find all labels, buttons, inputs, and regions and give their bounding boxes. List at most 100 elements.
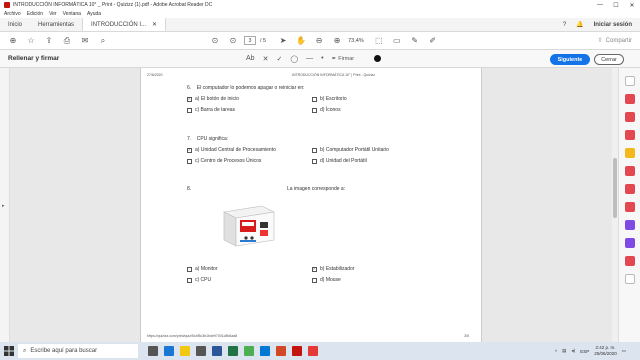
fit-page-icon[interactable]: ⬚ bbox=[372, 34, 386, 48]
sign-pen-icon[interactable]: ✐ bbox=[426, 34, 440, 48]
outlook-icon[interactable] bbox=[260, 346, 270, 356]
checkbox-checked[interactable]: ✓ bbox=[187, 96, 192, 102]
print-icon[interactable]: ⎙ bbox=[60, 34, 74, 48]
menu-ventana[interactable]: Ventana bbox=[63, 11, 81, 17]
menu-ayuda[interactable]: Ayuda bbox=[87, 11, 101, 17]
zoom-out-icon[interactable]: ⊖ bbox=[312, 34, 326, 48]
acrobat-taskbar-icon[interactable] bbox=[292, 346, 302, 356]
menu-edicion[interactable]: Edición bbox=[27, 11, 43, 17]
select-cursor-icon[interactable]: ➤ bbox=[276, 34, 290, 48]
add-text-icon[interactable]: Ab bbox=[246, 55, 255, 62]
scrollbar-thumb[interactable] bbox=[613, 158, 617, 218]
option[interactable]: ✓ a) El botón de inicio bbox=[187, 96, 239, 102]
check-mark-icon[interactable]: ✓ bbox=[276, 55, 282, 63]
line-icon[interactable]: — bbox=[306, 55, 313, 62]
powerpoint-icon[interactable] bbox=[276, 346, 286, 356]
option[interactable]: a) Monitor bbox=[187, 266, 218, 272]
create-pdf-icon[interactable]: ⊕ bbox=[6, 34, 20, 48]
comment-icon[interactable]: ▭ bbox=[390, 34, 404, 48]
checkbox-checked[interactable]: ✓ bbox=[187, 147, 192, 153]
windows-start-icon[interactable] bbox=[0, 342, 18, 360]
option[interactable]: d) Mouse bbox=[312, 277, 341, 283]
option[interactable]: c) CPU bbox=[187, 277, 211, 283]
option[interactable]: ✓ a) Unidad Central de Procesamiento bbox=[187, 147, 276, 153]
option[interactable]: ✓ b) Estabilizador bbox=[312, 266, 354, 272]
clock[interactable]: 2:42 p. m. 25/06/2020 bbox=[594, 345, 617, 357]
store-icon[interactable] bbox=[196, 346, 206, 356]
fill-sign-tool-icon[interactable] bbox=[625, 220, 635, 230]
file-explorer-icon[interactable] bbox=[180, 346, 190, 356]
checkbox[interactable] bbox=[312, 147, 317, 153]
compress-pdf-icon[interactable] bbox=[625, 202, 635, 212]
edit-pdf-icon[interactable] bbox=[625, 130, 635, 140]
tab-herramientas[interactable]: Herramientas bbox=[30, 18, 82, 31]
checkbox[interactable] bbox=[312, 277, 317, 283]
option[interactable]: d) Íconos bbox=[312, 107, 341, 113]
combine-files-icon[interactable] bbox=[625, 166, 635, 176]
page-number-input[interactable]: 3 bbox=[244, 36, 256, 45]
create-pdf-tool-icon[interactable] bbox=[625, 112, 635, 122]
network-icon[interactable]: ▤ bbox=[562, 348, 566, 354]
page-up-icon[interactable]: ⊙ bbox=[208, 34, 222, 48]
upload-icon[interactable]: ⇪ bbox=[42, 34, 56, 48]
menu-archivo[interactable]: Archivo bbox=[4, 11, 21, 17]
volume-icon[interactable]: ◂) bbox=[571, 348, 575, 354]
hand-tool-icon[interactable]: ✋ bbox=[294, 34, 308, 48]
maximize-button[interactable]: ☐ bbox=[608, 0, 624, 10]
email-icon[interactable]: ✉ bbox=[78, 34, 92, 48]
bookmark-icon[interactable]: ☆ bbox=[24, 34, 38, 48]
minimize-button[interactable]: — bbox=[592, 0, 608, 10]
checkbox[interactable] bbox=[312, 96, 317, 102]
checkbox[interactable] bbox=[187, 277, 192, 283]
color-picker-icon[interactable] bbox=[374, 55, 382, 62]
chrome-icon[interactable] bbox=[244, 346, 254, 356]
notification-bell-icon[interactable]: 🔔 bbox=[576, 21, 583, 28]
option[interactable]: c) Barra de tareas bbox=[187, 107, 235, 113]
menu-ver[interactable]: Ver bbox=[49, 11, 57, 17]
language-indicator[interactable]: ESP bbox=[580, 349, 589, 354]
option[interactable]: d) Unidad del Portátil bbox=[312, 158, 367, 164]
notifications-icon[interactable]: ▭ bbox=[622, 348, 626, 354]
protect-icon[interactable] bbox=[625, 256, 635, 266]
search-icon[interactable]: ⌕ bbox=[96, 34, 110, 48]
close-window-button[interactable]: ✕ bbox=[624, 0, 640, 10]
taskbar-search[interactable]: ⌕ Escribe aquí para buscar bbox=[18, 344, 138, 358]
left-panel-toggle[interactable]: ▸ bbox=[0, 68, 10, 342]
word-icon[interactable] bbox=[212, 346, 222, 356]
more-tools-icon[interactable] bbox=[625, 274, 635, 284]
checkbox[interactable] bbox=[312, 107, 317, 113]
highlight-icon[interactable]: ✎ bbox=[408, 34, 422, 48]
next-button[interactable]: Siguiente bbox=[550, 54, 590, 65]
export-pdf-icon[interactable] bbox=[625, 94, 635, 104]
checkbox[interactable] bbox=[187, 158, 192, 164]
media-player-icon[interactable] bbox=[308, 346, 318, 356]
tab-document[interactable]: INTRODUCCIÓN I... ✕ bbox=[82, 18, 167, 31]
help-icon[interactable]: ? bbox=[563, 22, 566, 28]
sign-in-link[interactable]: Iniciar sesión bbox=[594, 22, 632, 28]
checkbox[interactable] bbox=[187, 107, 192, 113]
share-button[interactable]: ⇧ Compartir bbox=[598, 37, 632, 45]
option[interactable]: b) Computador Portátil Unitario bbox=[312, 147, 389, 153]
firmar-button[interactable]: ✒ Firmar bbox=[332, 56, 355, 62]
dot-icon[interactable]: • bbox=[321, 55, 323, 62]
option[interactable]: c) Centro de Procesos Únicos bbox=[187, 158, 261, 164]
chevron-up-icon[interactable]: ^ bbox=[555, 349, 557, 354]
checkbox-checked[interactable]: ✓ bbox=[312, 266, 317, 272]
zoom-in-icon[interactable]: ⊕ bbox=[330, 34, 344, 48]
page-down-icon[interactable]: ⊙ bbox=[226, 34, 240, 48]
task-view-icon[interactable] bbox=[148, 346, 158, 356]
checkbox[interactable] bbox=[187, 266, 192, 272]
checkbox[interactable] bbox=[312, 158, 317, 164]
tab-inicio[interactable]: Inicio bbox=[0, 18, 30, 31]
option[interactable]: b) Escritorio bbox=[312, 96, 347, 102]
ellipse-icon[interactable]: ◯ bbox=[290, 55, 298, 63]
excel-icon[interactable] bbox=[228, 346, 238, 356]
close-fill-button[interactable]: Cerrar bbox=[594, 54, 624, 65]
comment-tool-icon[interactable] bbox=[625, 148, 635, 158]
zoom-level[interactable]: 73,4% bbox=[348, 38, 364, 44]
organize-pages-icon[interactable] bbox=[625, 184, 635, 194]
tab-close-icon[interactable]: ✕ bbox=[152, 21, 157, 28]
cross-mark-icon[interactable]: ✕ bbox=[263, 55, 269, 63]
send-signature-icon[interactable] bbox=[625, 238, 635, 248]
edge-icon[interactable] bbox=[164, 346, 174, 356]
